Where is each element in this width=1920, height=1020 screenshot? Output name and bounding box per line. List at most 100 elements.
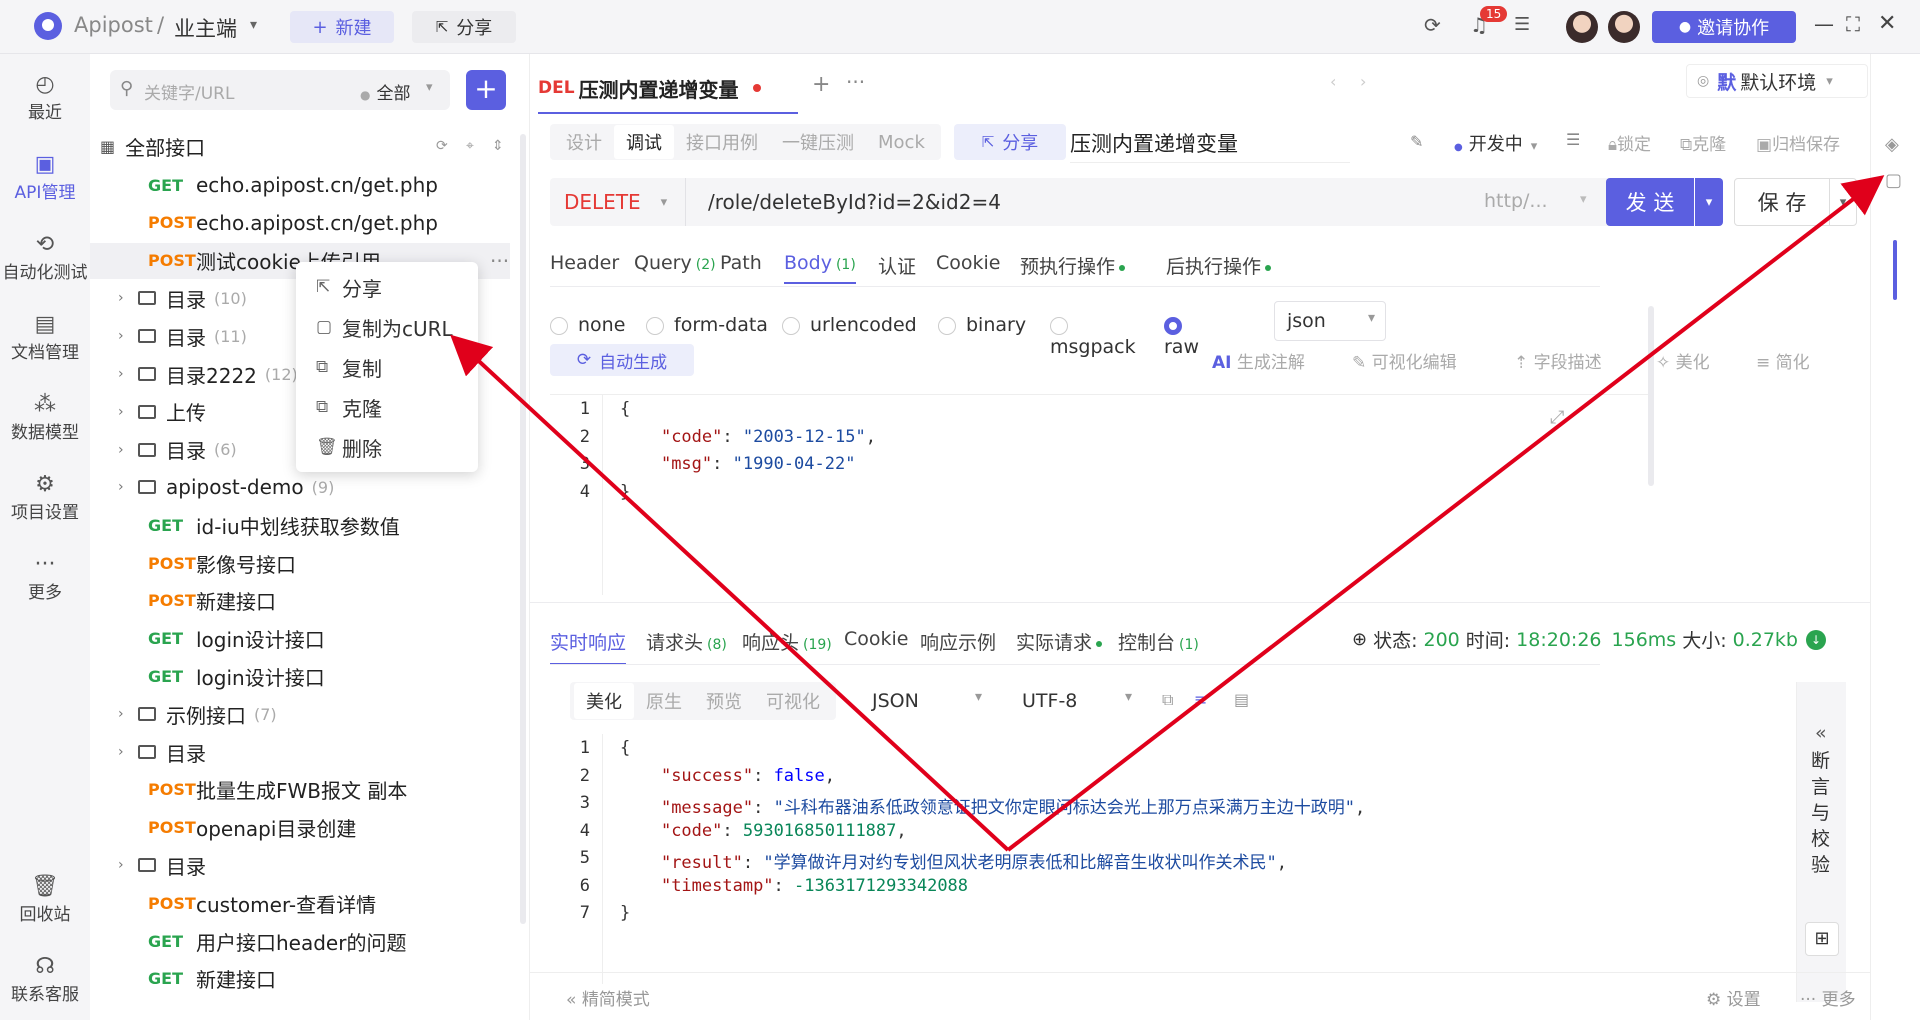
rail-trash[interactable]: 🗑 回收站 xyxy=(0,874,90,925)
body-type-radio[interactable]: raw xyxy=(1164,314,1199,358)
avatar[interactable] xyxy=(1566,11,1598,43)
ai-annotate-button[interactable]: AI 生成注解 xyxy=(1212,348,1305,373)
rail-recent[interactable]: ◴ 最近 xyxy=(0,72,90,123)
tab-mock[interactable]: Mock xyxy=(866,132,937,153)
body-type-radio[interactable]: none xyxy=(550,314,625,336)
rail-more[interactable]: ··· 更多 xyxy=(0,552,90,603)
tree-api-item[interactable]: POST 影像号接口 xyxy=(90,545,510,581)
ctx-delete[interactable]: 🗑 删除 xyxy=(316,430,382,464)
response-tab[interactable]: 响应示例 xyxy=(920,628,996,655)
param-tab[interactable]: Path xyxy=(720,252,762,274)
method-select[interactable]: DELETE ▾ xyxy=(550,178,686,226)
param-tab[interactable]: 后执行操作 xyxy=(1166,252,1272,279)
layout-icon[interactable]: ⊞ xyxy=(1805,922,1839,956)
body-scrollbar[interactable] xyxy=(1648,306,1654,486)
tree-api-item[interactable]: POST customer-查看详情 xyxy=(90,885,510,921)
tab-design[interactable]: 设计 xyxy=(554,129,614,155)
expand-icon[interactable]: ⤢ xyxy=(1550,407,1564,428)
save-dropdown-button[interactable]: ▾ xyxy=(1829,178,1857,226)
filter-select[interactable]: ● 全部 xyxy=(360,79,410,104)
compact-mode-toggle[interactable]: « 精简模式 xyxy=(566,985,650,1010)
filter-icon[interactable]: ≡ xyxy=(1194,690,1207,709)
ctx-copy-curl[interactable]: ▢ 复制为cURL xyxy=(316,310,453,344)
ctx-copy[interactable]: ⧉ 复制 xyxy=(316,350,382,384)
chevron-right-icon[interactable]: › xyxy=(118,706,138,722)
project-selector[interactable]: 业主端 xyxy=(174,13,237,43)
response-tab[interactable]: 实时响应 xyxy=(550,628,627,665)
avatar[interactable] xyxy=(1608,11,1640,43)
notes-icon[interactable]: ☰ xyxy=(1514,14,1530,35)
encoding-select[interactable]: UTF-8 ▾ xyxy=(1010,681,1142,721)
rail-docs[interactable]: ▤ 文档管理 xyxy=(0,312,90,363)
response-tab[interactable]: Cookie xyxy=(844,628,909,650)
sync-icon[interactable]: ⟳ xyxy=(1424,13,1441,37)
tab-stress[interactable]: 一键压测 xyxy=(770,129,866,155)
chevron-right-icon[interactable]: › xyxy=(118,366,138,382)
minimize-icon[interactable]: — xyxy=(1814,12,1834,36)
visual-edit-button[interactable]: ✎ 可视化编辑 xyxy=(1352,348,1457,373)
chevron-right-icon[interactable]: › xyxy=(118,290,138,306)
ctx-clone[interactable]: ⧉ 克隆 xyxy=(316,390,382,424)
add-tab-icon[interactable]: + xyxy=(812,72,830,97)
archive-button[interactable]: ▣归档保存 xyxy=(1756,130,1840,155)
refresh-icon[interactable]: ⟳ xyxy=(436,138,448,154)
rail-support[interactable]: ☊ 联系客服 xyxy=(0,954,90,1005)
more-icon[interactable]: ··· xyxy=(490,249,509,273)
env-selector[interactable]: ◎ 默默认环境 ▾ xyxy=(1686,64,1868,98)
settings-button[interactable]: ⚙ 设置 xyxy=(1706,985,1761,1010)
response-tab[interactable]: 控制台 (1) xyxy=(1118,628,1199,655)
copy-icon[interactable]: ⧉ xyxy=(1162,690,1173,710)
new-button[interactable]: + 新建 xyxy=(290,11,394,43)
edit-icon[interactable]: ✎ xyxy=(1410,132,1423,151)
list-icon[interactable]: ☰ xyxy=(1566,130,1580,149)
body-type-radio[interactable]: binary xyxy=(938,314,1026,336)
tree-api-item[interactable]: GET login设计接口 xyxy=(90,658,510,694)
tree-api-item[interactable]: GET echo.apipost.cn/get.php xyxy=(90,167,510,203)
chevron-right-icon[interactable]: › xyxy=(118,328,138,344)
invite-button[interactable]: ● 邀请协作 xyxy=(1652,11,1796,43)
tree-root[interactable]: ▦ 全部接口 ⟳ ⌖ ⇕ xyxy=(100,128,520,164)
download-icon[interactable]: ↓ xyxy=(1805,629,1826,650)
beautify-button[interactable]: ✧ 美化 xyxy=(1656,348,1710,373)
tab-debug[interactable]: 调试 xyxy=(614,125,674,159)
clone-button[interactable]: ⧉克隆 xyxy=(1680,130,1726,155)
share-doc-button[interactable]: ⇱ 分享 xyxy=(954,124,1066,160)
shield-icon[interactable]: ◈ xyxy=(1885,134,1899,155)
rail-autotest[interactable]: ⟲ 自动化测试 xyxy=(0,232,90,283)
body-editor[interactable]: 1 {2 "code": "2003-12-15", 3 "msg": "1990-… xyxy=(550,394,1648,595)
response-tab[interactable]: 实际请求 xyxy=(1016,628,1103,655)
ctx-share[interactable]: ⇱ 分享 xyxy=(316,270,382,304)
chevron-right-icon[interactable]: › xyxy=(118,857,138,873)
more-icon[interactable]: ··· xyxy=(846,70,865,94)
share-button[interactable]: ⇱ 分享 xyxy=(412,11,516,43)
chevron-down-icon[interactable]: ▾ xyxy=(250,17,257,33)
tree-folder[interactable]: › 目录 xyxy=(90,734,510,770)
chevron-right-icon[interactable]: › xyxy=(118,442,138,458)
collapse-icon[interactable]: « xyxy=(1815,722,1827,744)
search-input[interactable]: ⚲ 关键字/URL ● 全部 ▾ xyxy=(110,70,450,110)
tab-cases[interactable]: 接口用例 xyxy=(674,129,770,155)
param-tab[interactable]: Query (2) xyxy=(634,252,716,274)
param-tab[interactable]: 认证 xyxy=(878,252,916,279)
field-desc-button[interactable]: ⇡ 字段描述 xyxy=(1514,348,1602,373)
body-type-radio[interactable]: msgpack xyxy=(1050,314,1150,358)
tree-api-item[interactable]: GET 用户接口header的问题 xyxy=(90,923,510,959)
tree-api-item[interactable]: POST 批量生成FWB报文 副本 xyxy=(90,772,510,808)
lock-button[interactable]: 🔒︎锁定 xyxy=(1608,130,1651,155)
tree-api-item[interactable]: POST 新建接口 xyxy=(90,583,510,619)
tree-api-item[interactable]: POST echo.apipost.cn/get.php xyxy=(90,205,510,241)
body-type-radio[interactable]: form-data xyxy=(646,314,768,336)
url-input[interactable]: /role/deleteById?id=2&id2=4 xyxy=(708,190,1001,214)
auto-generate-button[interactable]: ⟳ 自动生成 xyxy=(550,344,694,376)
rail-settings[interactable]: ⚙ 项目设置 xyxy=(0,472,90,523)
code-icon[interactable]: ▢ xyxy=(1885,170,1902,191)
param-tab[interactable]: Cookie xyxy=(936,252,1001,274)
send-dropdown-button[interactable]: ▾ xyxy=(1695,178,1723,226)
sort-icon[interactable]: ⇕ xyxy=(492,138,504,154)
tree-folder[interactable]: › apipost-demo (9) xyxy=(90,469,510,505)
view-beautify[interactable]: 美化 xyxy=(574,683,634,719)
tree-api-item[interactable]: GET id-iu中划线获取参数值 xyxy=(90,507,510,543)
response-viewer[interactable]: 1 {2 "success": false, 3 "message": "斗科布器油… xyxy=(550,734,1648,994)
chevron-right-icon[interactable]: › xyxy=(118,404,138,420)
locate-icon[interactable]: ⌖ xyxy=(466,138,474,154)
